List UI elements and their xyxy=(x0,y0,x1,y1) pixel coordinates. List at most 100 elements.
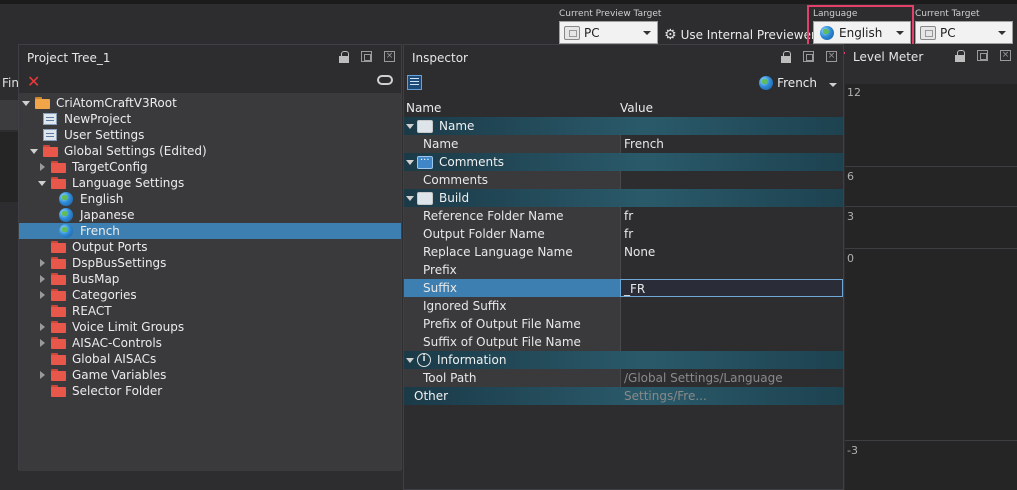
tree-item[interactable]: Game Variables xyxy=(19,367,401,383)
collapse-icon[interactable] xyxy=(405,121,415,131)
tree-item[interactable]: Categories xyxy=(19,287,401,303)
tree-item[interactable]: DspBusSettings xyxy=(19,255,401,271)
property-section[interactable]: i Information xyxy=(404,351,843,369)
expand-right-icon[interactable] xyxy=(37,290,47,300)
float-window-icon[interactable] xyxy=(977,50,988,61)
property-value[interactable] xyxy=(620,171,843,189)
tree-item[interactable]: Selector Folder xyxy=(19,383,401,399)
list-view-icon[interactable] xyxy=(407,75,422,90)
property-value[interactable] xyxy=(620,261,843,279)
folder-icon xyxy=(51,273,66,285)
property-value[interactable] xyxy=(620,297,843,315)
expand-right-icon[interactable] xyxy=(37,274,47,284)
property-row[interactable]: Name French xyxy=(404,135,843,153)
section-title: Name xyxy=(439,119,475,133)
property-value[interactable] xyxy=(620,315,843,333)
close-icon[interactable]: × xyxy=(1000,50,1011,61)
project-tree-toolbar: ✕ xyxy=(19,71,401,93)
property-row[interactable]: Output Folder Name fr xyxy=(404,225,843,243)
tree-item[interactable]: NewProject xyxy=(19,111,401,127)
meter-tick-label: -3 xyxy=(847,444,858,457)
tree-item[interactable]: Language Settings xyxy=(19,175,401,191)
expand-right-icon[interactable] xyxy=(37,322,47,332)
property-section[interactable]: Name xyxy=(404,117,843,135)
folder-icon xyxy=(51,369,66,381)
folder-icon xyxy=(51,305,66,317)
property-value[interactable]: _FR xyxy=(620,279,843,297)
panel-controls: × xyxy=(781,51,837,63)
tree-item[interactable]: AISAC-Controls xyxy=(19,335,401,351)
property-value[interactable]: None xyxy=(620,243,843,261)
property-section[interactable]: Comments xyxy=(404,152,843,171)
collapse-icon[interactable] xyxy=(405,193,415,203)
tree-item[interactable]: French xyxy=(19,223,401,239)
property-section[interactable]: Build xyxy=(404,189,843,207)
property-name: Comments xyxy=(404,171,620,189)
property-name: Tool Path xyxy=(404,369,620,387)
tree-item[interactable]: Voice Limit Groups xyxy=(19,319,401,335)
tree-item-label: Selector Folder xyxy=(72,384,163,398)
property-row[interactable]: Tool Path/Global Settings/Language Setti… xyxy=(404,369,843,403)
tree-item[interactable]: Global AISACs xyxy=(19,351,401,367)
tree-item[interactable]: Japanese xyxy=(19,207,401,223)
property-value[interactable]: fr xyxy=(620,225,843,243)
tree-item[interactable]: BusMap xyxy=(19,271,401,287)
link-icon[interactable] xyxy=(377,75,393,85)
property-name: Name xyxy=(404,135,620,153)
property-row[interactable]: Prefix of Output File Name xyxy=(404,315,843,333)
property-value[interactable]: French xyxy=(620,135,843,153)
use-internal-previewer-toggle[interactable]: ⚙ Use Internal Previewer xyxy=(664,28,816,42)
lock-icon[interactable] xyxy=(781,51,791,63)
property-row[interactable]: Prefix xyxy=(404,261,843,279)
current-target-select[interactable]: PC xyxy=(915,21,1013,44)
property-name: Suffix xyxy=(404,279,620,297)
lock-icon[interactable] xyxy=(955,50,965,62)
globe-icon xyxy=(59,224,73,238)
tree-item-label: French xyxy=(80,224,120,238)
delete-icon[interactable]: ✕ xyxy=(27,72,40,91)
property-name: Reference Folder Name xyxy=(404,207,620,225)
property-name: Ignored Suffix xyxy=(404,297,620,315)
tree-item[interactable]: TargetConfig xyxy=(19,159,401,175)
lock-icon[interactable] xyxy=(339,51,349,63)
property-value[interactable] xyxy=(620,333,843,351)
project-tree-panel: Project Tree_1 × ✕ CriAtomCraftV3Root New… xyxy=(18,44,402,471)
collapse-icon[interactable] xyxy=(405,355,415,365)
expand-right-icon[interactable] xyxy=(37,162,47,172)
tree-item-label: Global AISACs xyxy=(72,352,157,366)
tree-item[interactable]: User Settings xyxy=(19,127,401,143)
property-value[interactable]: fr xyxy=(620,207,843,225)
property-row[interactable]: Suffix _FR xyxy=(404,279,843,297)
section-title: Build xyxy=(439,191,470,205)
close-icon[interactable]: × xyxy=(384,51,395,62)
column-header-value[interactable]: Value xyxy=(620,101,653,115)
expand-down-icon[interactable] xyxy=(37,178,47,188)
tree-item[interactable]: Output Ports xyxy=(19,239,401,255)
expand-right-icon[interactable] xyxy=(37,338,47,348)
property-row[interactable]: Replace Language Name None xyxy=(404,243,843,261)
tree-item[interactable]: English xyxy=(19,191,401,207)
expand-down-icon[interactable] xyxy=(21,98,31,108)
column-header-name[interactable]: Name xyxy=(404,101,620,115)
expand-down-icon[interactable] xyxy=(29,146,39,156)
property-row[interactable]: Comments xyxy=(404,171,843,189)
float-window-icon[interactable] xyxy=(803,51,814,62)
property-value[interactable]: /Global Settings/Language Settings/Fre..… xyxy=(620,369,843,403)
close-icon[interactable]: × xyxy=(826,51,837,62)
float-window-icon[interactable] xyxy=(361,51,372,62)
inspector-language-select[interactable]: French xyxy=(759,76,837,90)
meter-gridline xyxy=(845,206,1017,207)
property-row[interactable]: Ignored Suffix xyxy=(404,297,843,315)
expand-right-icon[interactable] xyxy=(37,258,47,268)
tree-item[interactable]: REACT xyxy=(19,303,401,319)
property-row[interactable]: Suffix of Output File Name xyxy=(404,333,843,351)
tree-item[interactable]: CriAtomCraftV3Root xyxy=(19,95,401,111)
expand-right-icon[interactable] xyxy=(37,370,47,380)
tree-item[interactable]: Global Settings (Edited) xyxy=(19,143,401,159)
property-name: Output Folder Name xyxy=(404,225,620,243)
collapse-icon[interactable] xyxy=(405,157,415,167)
property-row[interactable]: Reference Folder Name fr xyxy=(404,207,843,225)
preview-target-select[interactable]: PC xyxy=(559,21,658,44)
